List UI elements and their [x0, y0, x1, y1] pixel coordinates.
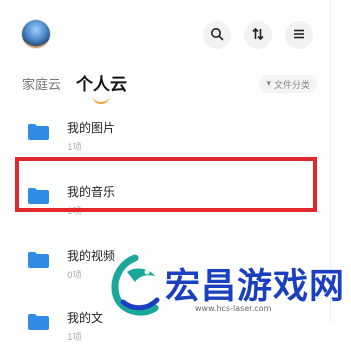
tab-personal-cloud[interactable]: 个人云	[76, 70, 127, 95]
search-icon	[210, 26, 224, 45]
folder-item-count: 1项	[67, 333, 82, 343]
sort-button[interactable]	[244, 21, 272, 49]
sort-icon	[251, 26, 265, 45]
folder-icon	[28, 314, 49, 330]
search-button[interactable]	[203, 21, 231, 49]
dragon-logo-icon	[105, 252, 167, 320]
watermark-title: 宏昌游戏网	[165, 267, 346, 307]
dropdown-triangle-icon: ▾	[266, 79, 271, 89]
folder-icon	[28, 252, 49, 268]
menu-button[interactable]	[285, 21, 313, 49]
folder-name: 我的文	[67, 311, 104, 325]
active-tab-indicator	[92, 94, 110, 104]
folder-icon	[28, 124, 49, 140]
highlight-annotation-box	[15, 157, 317, 212]
watermark-url: www.hcs-laser.com	[195, 304, 272, 313]
watermark: 宏昌游戏网 www.hcs-laser.com	[105, 250, 351, 323]
header	[0, 0, 351, 72]
tab-family-cloud[interactable]: 家庭云	[22, 74, 61, 93]
file-category-label: 文件分类	[273, 80, 310, 91]
folder-item-count: 0项	[67, 271, 82, 281]
file-category-filter[interactable]: ▾ 文件分类	[259, 75, 317, 93]
folder-item-count: 1项	[67, 143, 82, 153]
user-avatar[interactable]	[22, 20, 50, 48]
folder-name: 我的图片	[67, 121, 116, 135]
menu-icon	[292, 26, 306, 45]
